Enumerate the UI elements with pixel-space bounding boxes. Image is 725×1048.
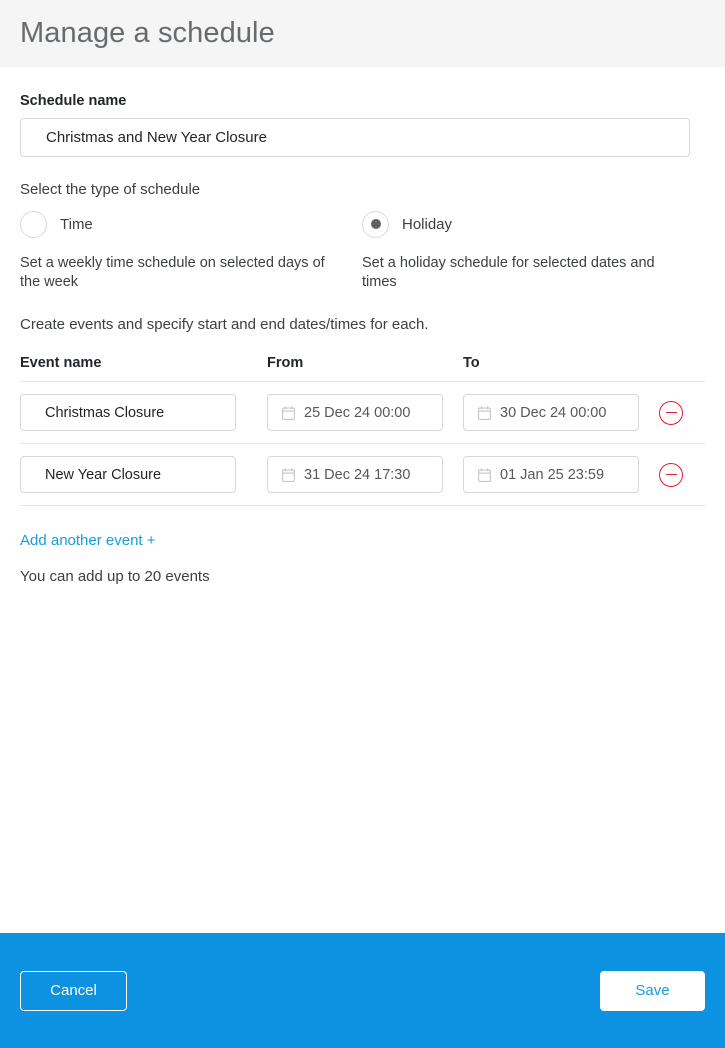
page-title: Manage a schedule <box>20 17 275 49</box>
page-header: Manage a schedule <box>0 0 725 67</box>
radio-time[interactable]: Time <box>20 208 362 240</box>
event-from-value: 31 Dec 24 17:30 <box>304 466 411 483</box>
circle-minus-icon <box>665 473 677 476</box>
calendar-icon <box>282 467 295 482</box>
remove-event-button[interactable] <box>659 400 683 425</box>
circle-minus-icon <box>665 411 677 414</box>
remove-event-button[interactable] <box>659 462 683 487</box>
event-from-datepicker[interactable]: 25 Dec 24 00:00 <box>267 394 443 431</box>
schedule-type-option-time: Time Set a weekly time schedule on selec… <box>20 208 362 292</box>
event-name-input[interactable] <box>20 394 236 431</box>
event-to-cell: 30 Dec 24 00:00 <box>463 394 659 431</box>
calendar-icon <box>478 405 491 420</box>
event-to-cell: 01 Jan 25 23:59 <box>463 456 659 493</box>
radio-time-mark[interactable] <box>20 210 47 238</box>
event-from-cell: 31 Dec 24 17:30 <box>267 456 463 493</box>
radio-holiday-mark[interactable] <box>362 210 389 238</box>
calendar-icon <box>478 467 491 482</box>
radio-holiday[interactable]: Holiday <box>362 208 704 240</box>
cancel-button[interactable]: Cancel <box>20 970 127 1011</box>
event-from-value: 25 Dec 24 00:00 <box>304 404 411 421</box>
events-table-header: Event name From To <box>20 355 705 382</box>
table-row: 31 Dec 24 17:30 01 Jan 25 23:59 <box>20 444 705 506</box>
radio-dot-icon <box>370 219 381 229</box>
radio-holiday-description: Set a holiday schedule for selected date… <box>362 255 655 290</box>
radio-holiday-label: Holiday <box>402 215 453 233</box>
event-limit-text: You can add up to 20 events <box>20 568 210 585</box>
event-to-value: 01 Jan 25 23:59 <box>500 466 605 483</box>
event-to-datepicker[interactable]: 30 Dec 24 00:00 <box>463 394 639 431</box>
column-header-to: To <box>463 355 480 371</box>
footer-action-bar: Cancel Save <box>0 933 725 1048</box>
event-to-value: 30 Dec 24 00:00 <box>500 404 607 421</box>
events-table: Event name From To 25 Dec 24 00:00 <box>20 355 705 506</box>
event-to-datepicker[interactable]: 01 Jan 25 23:59 <box>463 456 639 493</box>
event-actions-cell <box>659 400 690 425</box>
event-name-cell <box>20 456 267 493</box>
event-from-cell: 25 Dec 24 00:00 <box>267 394 463 431</box>
radio-time-label: Time <box>60 215 93 233</box>
events-intro-text: Create events and specify start and end … <box>20 316 429 333</box>
event-actions-cell <box>659 462 690 487</box>
event-from-datepicker[interactable]: 31 Dec 24 17:30 <box>267 456 443 493</box>
main-content: Schedule name Select the type of schedul… <box>0 93 725 585</box>
event-name-input[interactable] <box>20 456 236 493</box>
table-row: 25 Dec 24 00:00 30 Dec 24 00:00 <box>20 382 705 444</box>
save-button[interactable]: Save <box>600 970 705 1011</box>
schedule-type-label: Select the type of schedule <box>20 181 201 198</box>
schedule-type-radio-group: Time Set a weekly time schedule on selec… <box>20 208 705 292</box>
schedule-name-label: Schedule name <box>20 93 127 109</box>
event-name-cell <box>20 394 267 431</box>
column-header-from: From <box>267 355 304 371</box>
radio-time-description: Set a weekly time schedule on selected d… <box>20 255 325 290</box>
add-another-event-link[interactable]: Add another event + <box>20 532 156 549</box>
column-header-event-name: Event name <box>20 355 102 371</box>
schedule-name-input[interactable] <box>20 118 690 157</box>
schedule-type-option-holiday: Holiday Set a holiday schedule for selec… <box>362 208 704 292</box>
calendar-icon <box>282 405 295 420</box>
